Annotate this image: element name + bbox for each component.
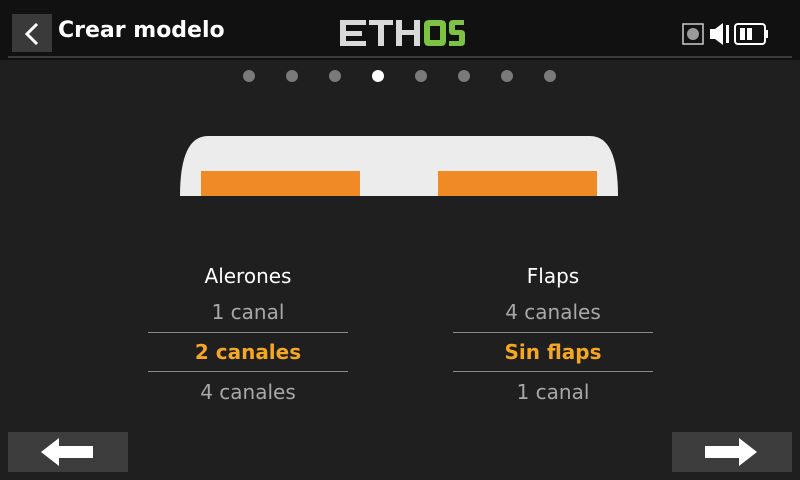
ailerons-option-selected[interactable]: 2 canales [148,332,348,372]
speaker-icon [710,23,729,45]
back-button[interactable] [12,14,52,52]
flaps-title: Flaps [526,264,580,288]
top-bar: Crear modelo [0,0,800,60]
ailerons-option-3[interactable]: 4 canales [148,372,348,412]
ailerons-selector: Alerones 1 canal 2 canales 4 canales [148,260,348,412]
chevron-left-icon [24,23,39,45]
page-dot-7 [501,70,513,82]
page-title: Crear modelo [58,18,225,43]
flaps-option-1[interactable]: 4 canales [453,292,653,332]
page-dot-3 [329,70,341,82]
page-dot-1 [243,70,255,82]
page-dot-4-active [372,70,384,82]
header-divider [8,56,792,58]
flaps-option-selected[interactable]: Sin flaps [453,332,653,372]
ailerons-title: Alerones [204,264,292,288]
ethos-logo [340,20,465,46]
arrow-left-icon [41,438,93,466]
status-icons [682,23,768,45]
page-dot-6 [458,70,470,82]
page-dot-8 [544,70,556,82]
wing-diagram [180,136,618,196]
flaps-selector: Flaps 4 canales Sin flaps 1 canal [453,260,653,412]
previous-button[interactable] [8,432,128,472]
battery-icon [734,23,768,45]
next-button[interactable] [672,432,792,472]
page-indicator [243,70,563,84]
page-dot-2 [286,70,298,82]
page-dot-5 [415,70,427,82]
flaps-option-3[interactable]: 1 canal [453,372,653,412]
arrow-right-icon [705,438,757,466]
ailerons-option-1[interactable]: 1 canal [148,292,348,332]
aileron-servo-left [201,171,360,196]
storage-icon [682,23,704,45]
aileron-servo-right [438,171,597,196]
